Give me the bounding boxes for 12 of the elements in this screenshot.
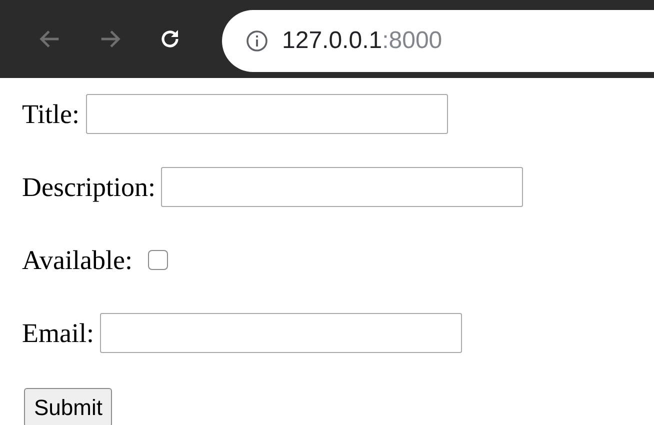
field-label: Title: [22,98,80,131]
input-field[interactable] [86,94,448,134]
input-field[interactable] [161,167,524,207]
url-text: 127.0.0.1:8000 [282,26,442,56]
field-label: Email: [22,316,94,350]
field-label: Description: [22,170,156,204]
info-icon[interactable] [246,30,268,52]
submit-button[interactable]: Submit [24,388,112,425]
input-field[interactable] [100,313,462,353]
field-label: Available: [22,244,132,277]
checkbox[interactable] [148,250,168,270]
address-bar[interactable]: 127.0.0.1:8000 [222,10,654,72]
